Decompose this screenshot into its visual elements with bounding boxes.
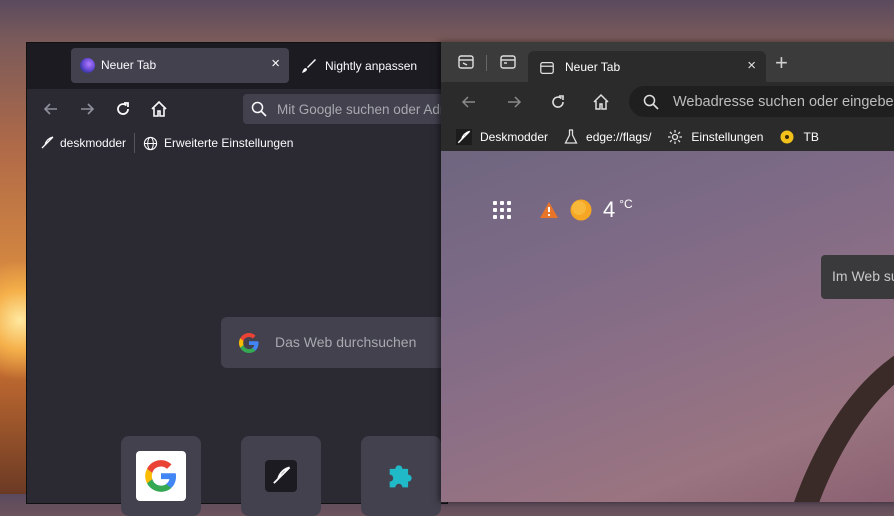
- quill-icon: [456, 128, 472, 145]
- edge-tab-new-tab[interactable]: Neuer Tab ×: [528, 51, 766, 83]
- globe-icon: [143, 136, 158, 150]
- firefox-navbar: Mit Google suchen oder Adresse eingeben: [27, 89, 532, 129]
- search-placeholder: Das Web durchsuchen: [275, 334, 417, 350]
- bookmark-label: Erweiterte Einstellungen: [164, 136, 294, 150]
- bookmark-deskmodder[interactable]: deskmodder: [34, 131, 132, 155]
- reload-button[interactable]: [113, 99, 133, 119]
- tab-title: Nightly anpassen: [325, 58, 418, 73]
- google-g-icon: [239, 333, 259, 353]
- url-placeholder: Webadresse suchen oder eingeben: [673, 94, 894, 110]
- shortcut-tile-deskmodder[interactable]: [241, 436, 321, 516]
- quill-icon: [265, 460, 297, 492]
- tab-actions-icon[interactable]: [499, 53, 517, 71]
- edge-new-tab-page: 4 °C Im Web suchen: [441, 151, 894, 502]
- edge-favorites-bar: Deskmodder edge://flags/ Einstellungen T…: [441, 122, 894, 152]
- forward-button[interactable]: [504, 92, 524, 112]
- forward-arrow-icon: [508, 96, 522, 108]
- shortcut-tile-extension[interactable]: [361, 436, 441, 516]
- temperature-unit: °C: [619, 197, 633, 211]
- search-icon: [643, 94, 659, 110]
- brush-icon: [302, 58, 316, 73]
- favorite-deskmodder[interactable]: Deskmodder: [456, 128, 549, 145]
- close-tab-icon[interactable]: ×: [271, 55, 280, 72]
- bookmark-separator: [134, 133, 136, 153]
- tab-separator: [486, 55, 487, 71]
- back-arrow-icon: [461, 96, 475, 108]
- favorite-label: Einstellungen: [691, 129, 764, 144]
- reload-icon: [552, 95, 564, 108]
- tab-title: Neuer Tab: [101, 58, 157, 72]
- bookmark-erweiterte-einstellungen[interactable]: Erweiterte Einstellungen: [137, 131, 299, 155]
- bookmark-label: deskmodder: [60, 136, 127, 150]
- temperature-value: 4: [603, 197, 616, 222]
- firefox-tab-new-tab[interactable]: Neuer Tab ×: [71, 48, 289, 83]
- tab-title: Neuer Tab: [565, 60, 621, 74]
- home-button[interactable]: [591, 92, 611, 112]
- wallpaper-arch-image: [794, 355, 894, 502]
- home-button[interactable]: [149, 99, 169, 119]
- app-launcher-icon[interactable]: [493, 201, 511, 219]
- forward-arrow-icon: [81, 103, 95, 115]
- search-placeholder: Im Web suchen: [832, 268, 894, 284]
- home-icon: [151, 100, 167, 117]
- edge-navbar: Webadresse suchen oder eingeben: [441, 82, 894, 122]
- new-tab-button[interactable]: +: [775, 50, 788, 76]
- firefox-web-search-box[interactable]: Das Web durchsuchen: [221, 317, 451, 368]
- favorite-edge-flags[interactable]: edge://flags/: [564, 128, 652, 145]
- new-tab-page-icon: [540, 62, 554, 74]
- favorite-einstellungen[interactable]: Einstellungen: [667, 129, 763, 145]
- edge-address-bar[interactable]: Webadresse suchen oder eingeben: [629, 86, 894, 117]
- sun-icon: [570, 199, 592, 221]
- firefox-window: Neuer Tab × Nightly anpassen Mit Google …: [27, 43, 532, 516]
- flask-icon: [564, 128, 578, 144]
- weather-widget[interactable]: 4 °C: [493, 197, 633, 223]
- home-icon: [593, 93, 609, 110]
- favorite-label: edge://flags/: [586, 129, 652, 144]
- firefox-new-tab-page: Das Web durchsuchen: [27, 157, 451, 516]
- back-button[interactable]: [459, 92, 479, 112]
- favorite-label: TB: [803, 129, 819, 144]
- firefox-tab-nightly-anpassen[interactable]: Nightly anpassen: [301, 48, 417, 83]
- search-icon: [251, 101, 267, 117]
- reload-button[interactable]: [548, 92, 568, 112]
- close-tab-icon[interactable]: ×: [747, 57, 756, 74]
- firefox-tabstrip: Neuer Tab × Nightly anpassen: [27, 43, 447, 89]
- firefox-url-bar[interactable]: Mit Google suchen oder Adresse eingeben: [243, 94, 532, 124]
- firefox-favicon-icon: [80, 58, 95, 73]
- favorite-label: Deskmodder: [480, 129, 549, 144]
- workspaces-icon[interactable]: [457, 53, 475, 71]
- forward-button[interactable]: [77, 99, 97, 119]
- warning-icon: [540, 202, 558, 218]
- tb-favicon-icon: [780, 130, 794, 143]
- back-arrow-icon: [43, 103, 57, 115]
- favorite-tb[interactable]: TB: [779, 129, 819, 145]
- edge-tabstrip: Neuer Tab × +: [441, 42, 894, 83]
- quill-icon: [41, 136, 54, 149]
- gear-icon: [668, 129, 683, 144]
- back-button[interactable]: [41, 99, 61, 119]
- reload-icon: [117, 102, 129, 115]
- edge-window: Neuer Tab × + Webadresse suchen oder ein…: [441, 42, 894, 502]
- shortcut-tile-google[interactable]: [121, 436, 201, 516]
- edge-web-search-box[interactable]: Im Web suchen: [821, 255, 894, 299]
- firefox-bookmarks-bar: deskmodder Erweiterte Einstellungen: [27, 129, 447, 158]
